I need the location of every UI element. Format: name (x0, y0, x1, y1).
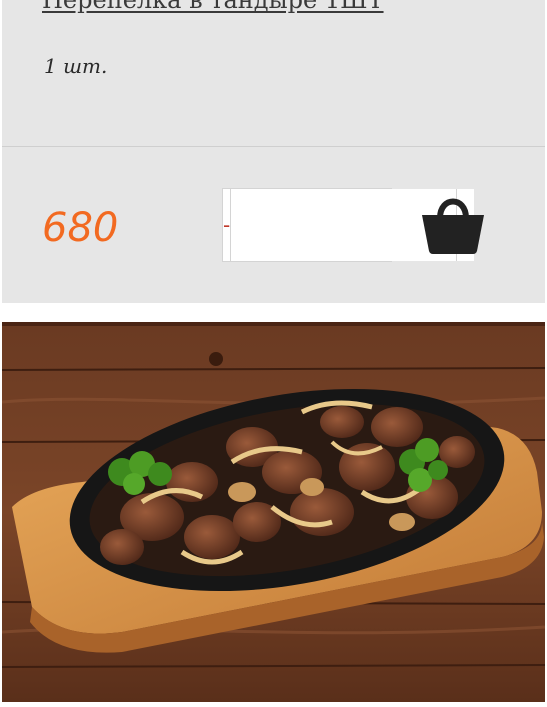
portion-size: 1 шт. (44, 54, 108, 78)
divider (2, 146, 545, 147)
quantity-stepper: - + (222, 188, 474, 262)
shopping-bag-icon (422, 198, 484, 254)
add-to-cart-button[interactable] (418, 188, 488, 258)
product-price: 680 (42, 205, 119, 251)
decrease-button[interactable]: - (223, 189, 232, 261)
product-title[interactable]: Перепелка в тандыре 1ШТ (42, 0, 384, 14)
product-image (2, 322, 545, 702)
